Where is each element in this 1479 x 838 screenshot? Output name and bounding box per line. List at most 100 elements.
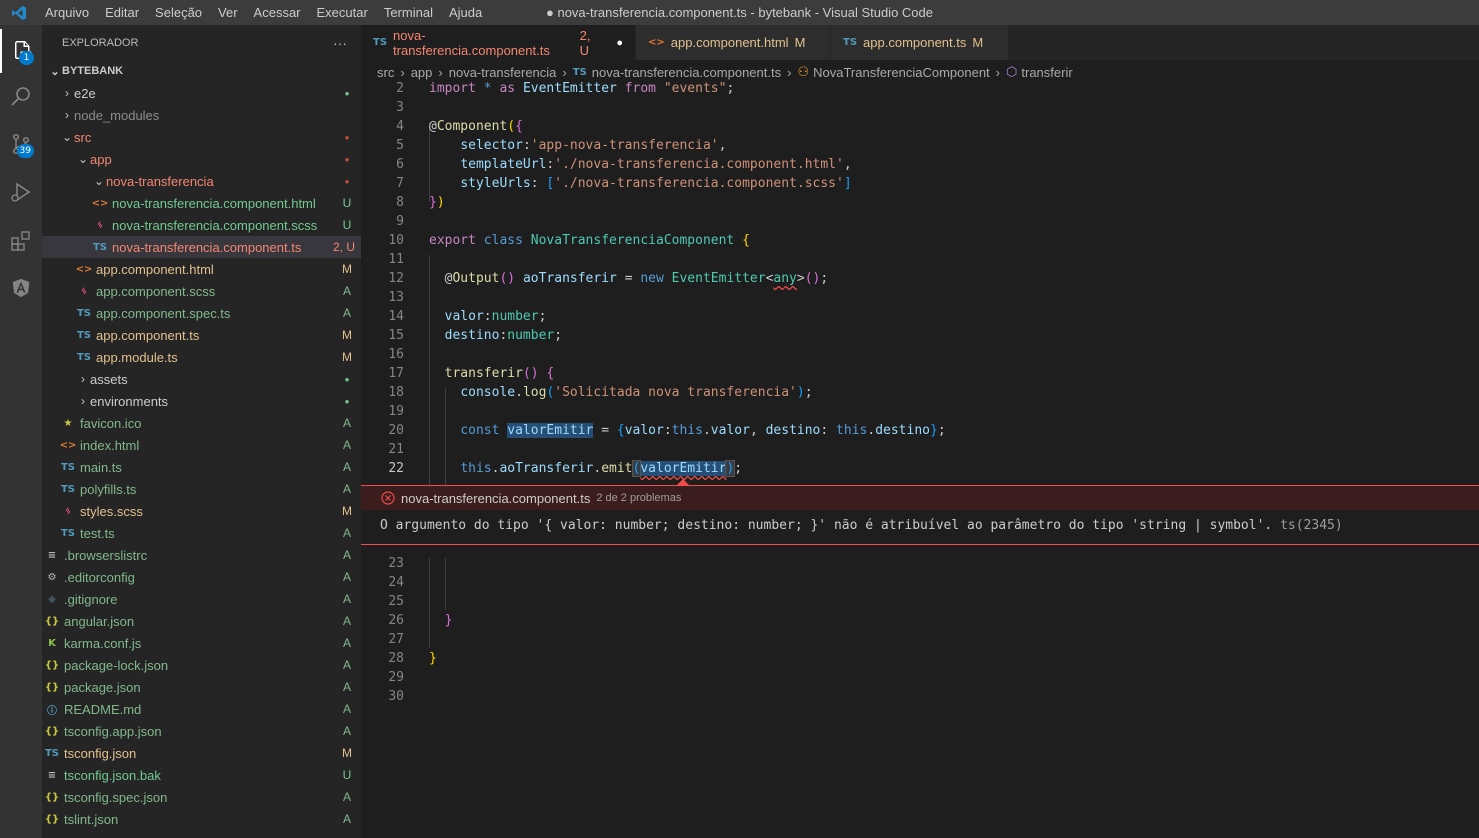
git-status-decoration: ● [344, 396, 350, 406]
breadcrumb-src[interactable]: src [377, 65, 394, 80]
menu-ajuda[interactable]: Ajuda [441, 5, 490, 20]
problem-code[interactable]: ts(2345) [1280, 518, 1343, 533]
line-number: 22 [388, 461, 404, 476]
tree-item[interactable]: ᛃ app.component.scss A [42, 280, 361, 302]
run-debug-activity[interactable] [0, 170, 42, 214]
peek-count: 2 de 2 problemas [596, 492, 682, 504]
tree-item[interactable]: {} package.json A [42, 676, 361, 698]
search-icon [11, 87, 30, 106]
tree-item[interactable]: › environments ● [42, 390, 361, 412]
tab-app-component-html[interactable]: <> app.component.html M [636, 25, 831, 60]
sass-icon: ᛃ [65, 505, 71, 517]
typescript-icon: TS [76, 351, 92, 363]
tree-item[interactable]: TS test.ts A [42, 522, 361, 544]
tree-item[interactable]: TS main.ts A [42, 456, 361, 478]
tree-item[interactable]: {} tsconfig.spec.json A [42, 786, 361, 808]
file-tree: › e2e ● › node_modules ⌄ src ● ⌄ app ● ⌄ nova-transf… [42, 82, 361, 830]
tree-item[interactable]: ≡ .browserslistrc A [42, 544, 361, 566]
unsaved-dot-icon[interactable]: ● [616, 37, 623, 49]
tree-item[interactable]: ᛃ nova-transferencia.component.scss U [42, 214, 361, 236]
angular-activity[interactable] [0, 266, 42, 310]
tree-item[interactable]: › e2e ● [42, 82, 361, 104]
breadcrumb-class[interactable]: NovaTransferenciaComponent [813, 65, 990, 80]
tree-item[interactable]: › node_modules [42, 104, 361, 126]
tree-item[interactable]: TS tsconfig.json M [42, 742, 361, 764]
git-status-decoration: M [342, 262, 352, 276]
tree-item[interactable]: ★ favicon.ico A [42, 412, 361, 434]
breadcrumb-method[interactable]: transferir [1021, 65, 1072, 80]
typescript-icon: TS [76, 329, 92, 341]
line-number: 6 [396, 157, 404, 172]
code-editor[interactable]: 2 import * as EventEmitter from "events";… [361, 81, 1479, 838]
tab-status: M [794, 35, 806, 50]
tree-item[interactable]: Kkarma.conf.js A [42, 632, 361, 654]
tree-item[interactable]: {} angular.json A [42, 610, 361, 632]
git-status-decoration: 2, U [332, 240, 355, 254]
tree-item-label: app.component.ts [96, 327, 200, 343]
menu-acessar[interactable]: Acessar [246, 5, 309, 20]
favicon-star-icon: ★ [63, 417, 73, 429]
tree-item[interactable]: TS app.module.ts M [42, 346, 361, 368]
menu-selecao[interactable]: Seleção [147, 5, 210, 20]
breadcrumb-folder[interactable]: nova-transferencia [449, 65, 557, 80]
menu-terminal[interactable]: Terminal [376, 5, 441, 20]
tree-item-label: nova-transferencia.component.ts [112, 239, 302, 255]
tree-item[interactable]: TS nova-transferencia.component.ts 2, U [42, 236, 361, 258]
tree-item[interactable]: TS app.component.spec.ts A [42, 302, 361, 324]
line-number: 26 [388, 613, 404, 628]
line-number: 12 [388, 271, 404, 286]
tree-item[interactable]: <> index.html A [42, 434, 361, 456]
tree-item[interactable]: ⌄ src ● [42, 126, 361, 148]
git-status-decoration: A [342, 724, 351, 738]
tree-item[interactable]: ⌄ app ● [42, 148, 361, 170]
explorer-header: EXPLORADOR ··· [42, 25, 361, 60]
typescript-icon: TS [60, 483, 76, 495]
tab-label: app.component.html [670, 35, 789, 50]
tree-item[interactable]: ⌄ nova-transferencia ● [42, 170, 361, 192]
tree-item[interactable]: › assets ● [42, 368, 361, 390]
git-status-decoration: A [342, 416, 351, 430]
code-line: 28} [361, 649, 1479, 668]
tree-item-label: environments [90, 393, 169, 409]
more-actions-icon[interactable]: ··· [333, 35, 347, 51]
line-number: 2 [396, 81, 404, 96]
git-status-decoration: ● [344, 132, 350, 142]
code-line: 9 [361, 212, 1479, 231]
tab-status: M [972, 35, 984, 50]
git-status-decoration: M [342, 504, 352, 518]
tree-item[interactable]: {} tsconfig.app.json A [42, 720, 361, 742]
menu-executar[interactable]: Executar [309, 5, 376, 20]
chevron-right-icon: › [81, 394, 85, 408]
tab-nova-transferencia-component-ts[interactable]: TS nova-transferencia.component.ts 2, U … [361, 25, 636, 60]
tree-item[interactable]: ◆ .gitignore A [42, 588, 361, 610]
breadcrumb-app[interactable]: app [411, 65, 433, 80]
tree-item[interactable]: ≡ tsconfig.json.bak U [42, 764, 361, 786]
tree-item-label: .editorconfig [64, 569, 135, 585]
code-line: 18 console.log('Solicitada nova transfer… [361, 383, 1479, 402]
tree-item[interactable]: ⚙ .editorconfig A [42, 566, 361, 588]
breadcrumb-file[interactable]: nova-transferencia.component.ts [592, 65, 781, 80]
git-status-decoration: A [342, 636, 351, 650]
tree-item[interactable]: {} package-lock.json A [42, 654, 361, 676]
tree-item-label: main.ts [80, 459, 122, 475]
tree-item[interactable]: ᛃ styles.scss M [42, 500, 361, 522]
menu-arquivo[interactable]: Arquivo [37, 5, 97, 20]
tab-app-component-ts[interactable]: TS app.component.ts M [831, 25, 1009, 60]
source-control-activity[interactable]: 39 [0, 122, 42, 166]
tree-item[interactable]: ⓘ README.md A [42, 698, 361, 720]
search-activity[interactable] [0, 75, 42, 119]
workspace-section[interactable]: ⌄ BYTEBANK [42, 60, 361, 82]
tree-item[interactable]: <> app.component.html M [42, 258, 361, 280]
menu-editar[interactable]: Editar [97, 5, 147, 20]
git-status-decoration: A [342, 790, 351, 804]
peek-header: nova-transferencia.component.ts 2 de 2 p… [361, 486, 1479, 510]
tree-item-label: nova-transferencia.component.scss [112, 217, 318, 233]
tree-item[interactable]: TS app.component.ts M [42, 324, 361, 346]
tree-item[interactable]: TS polyfills.ts A [42, 478, 361, 500]
tree-item[interactable]: <> nova-transferencia.component.html U [42, 192, 361, 214]
tree-item[interactable]: {} tslint.json A [42, 808, 361, 830]
extensions-activity[interactable] [0, 219, 42, 263]
menu-ver[interactable]: Ver [210, 5, 246, 20]
line-number: 29 [388, 670, 404, 685]
explorer-activity[interactable]: 1 [0, 29, 42, 73]
